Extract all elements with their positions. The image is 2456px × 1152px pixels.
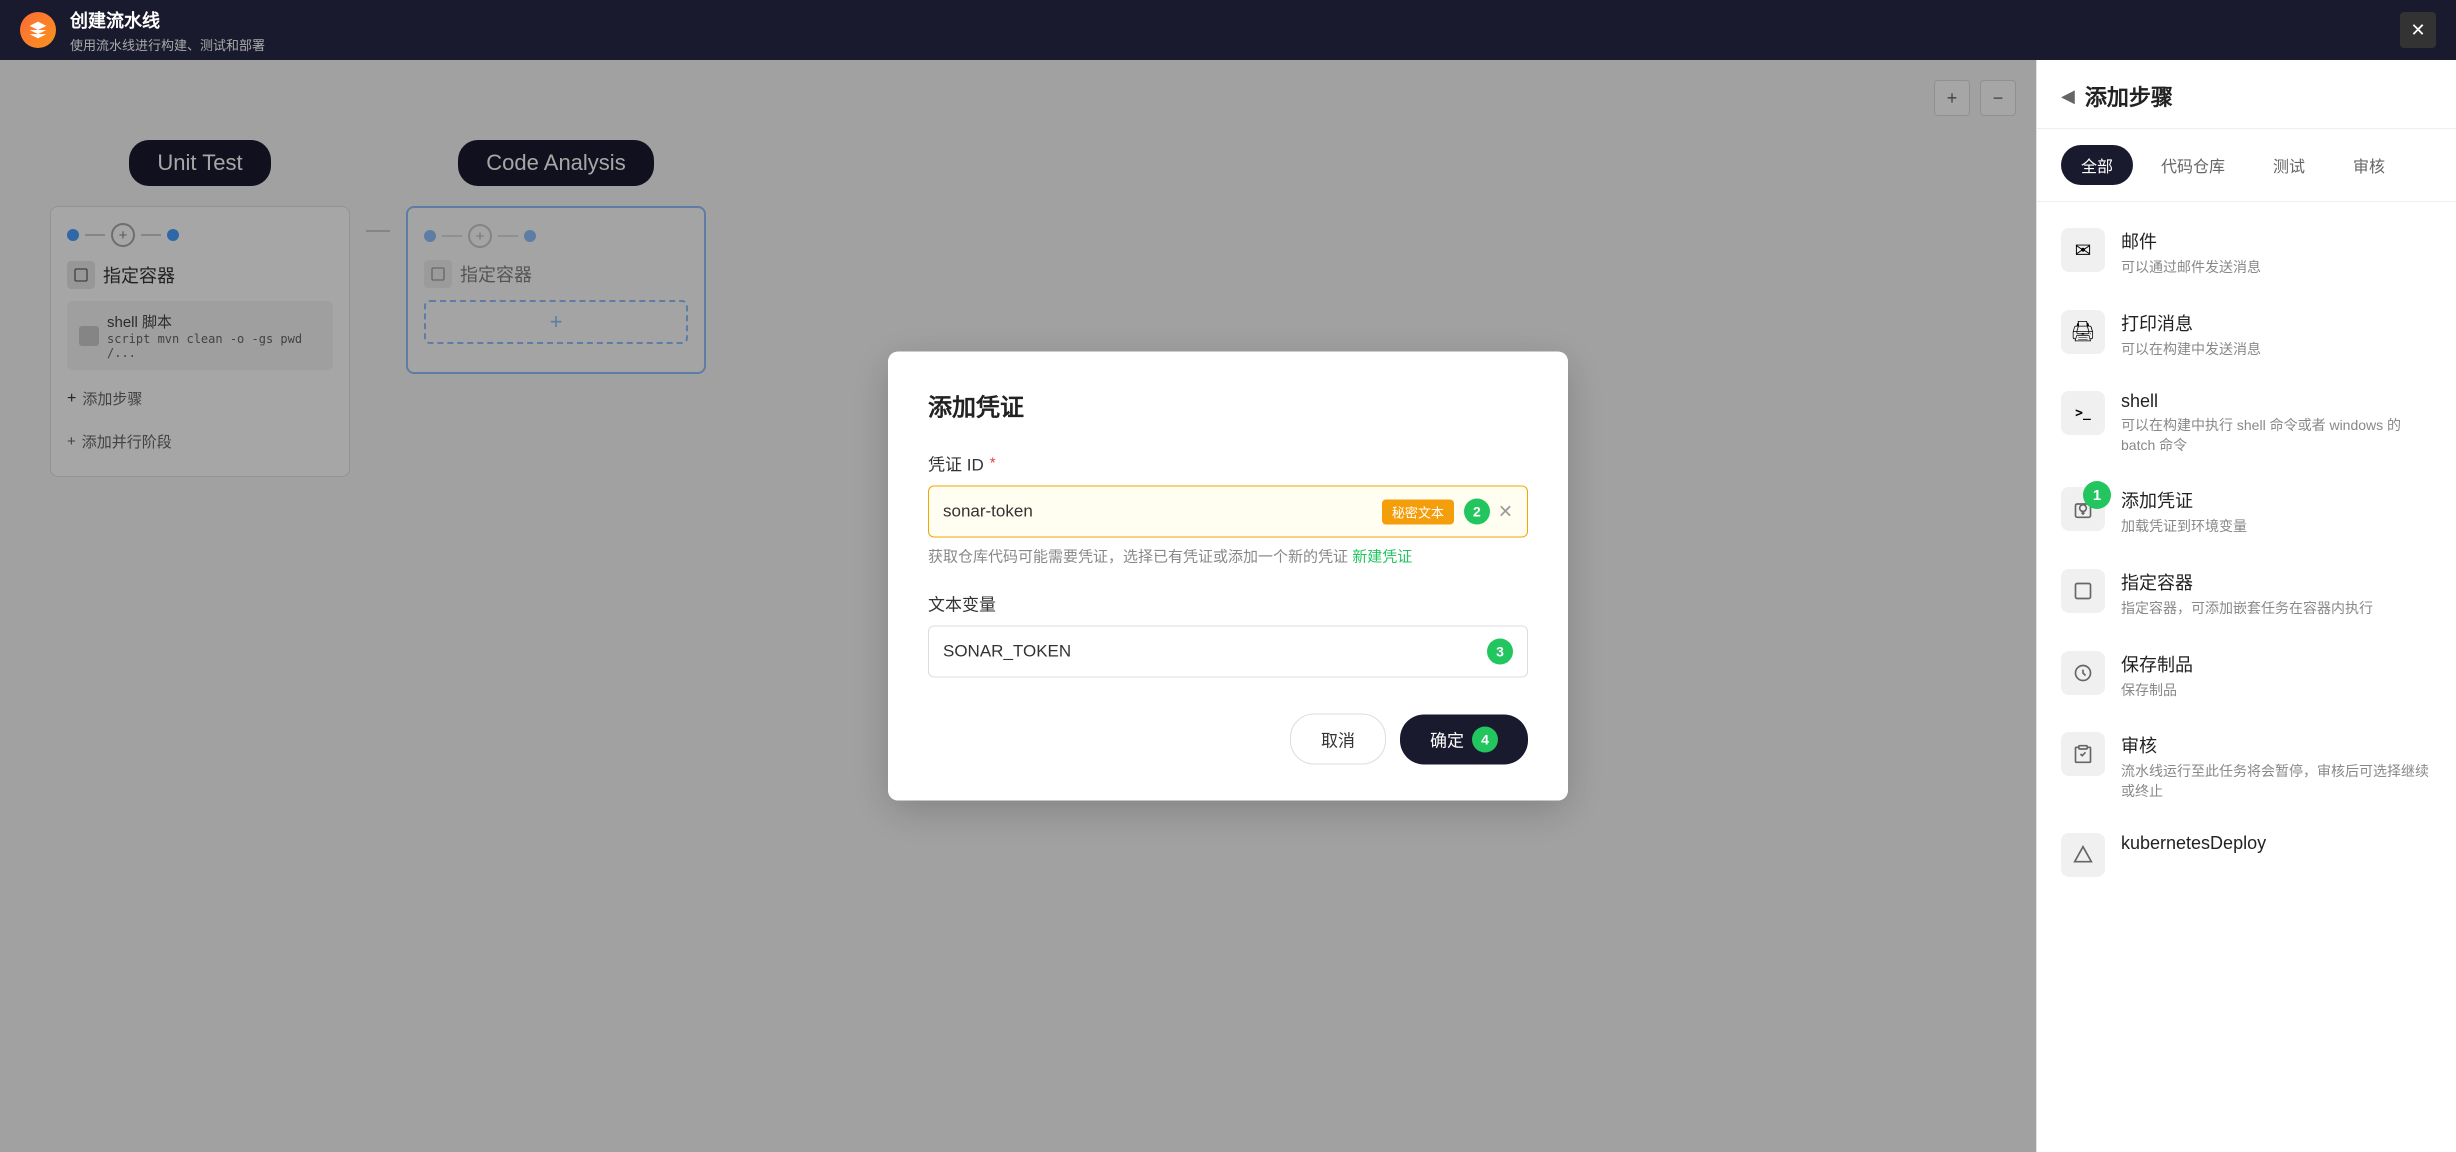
- sidebar-filter-tabs: 全部 代码仓库 测试 审核: [2037, 129, 2456, 202]
- review-item-name: 审核: [2121, 732, 2432, 758]
- credential-badge: 1: [2083, 481, 2111, 509]
- sidebar-item-k8s[interactable]: kubernetesDeploy: [2037, 817, 2456, 893]
- cancel-button[interactable]: 取消: [1290, 714, 1386, 765]
- app-subtitle: 使用流水线进行构建、测试和部署: [70, 35, 265, 54]
- sidebar-item-credential[interactable]: 1 添加凭证 加载凭证到环境变量: [2037, 471, 2456, 553]
- sidebar-item-print[interactable]: 🖨 打印消息 可以在构建中发送消息: [2037, 294, 2456, 376]
- filter-tab-test[interactable]: 测试: [2253, 145, 2325, 185]
- artifact-item-desc: 保存制品: [2121, 681, 2432, 701]
- print-icon: 🖨: [2061, 310, 2105, 354]
- sidebar-item-container[interactable]: 指定容器 指定容器，可添加嵌套任务在容器内执行: [2037, 553, 2456, 635]
- review-sidebar-icon: [2061, 732, 2105, 776]
- sidebar-item-shell[interactable]: >_ shell 可以在构建中执行 shell 命令或者 windows 的 b…: [2037, 375, 2456, 471]
- app-title: 创建流水线: [70, 7, 265, 33]
- print-item-desc: 可以在构建中发送消息: [2121, 340, 2432, 360]
- k8s-item-name: kubernetesDeploy: [2121, 833, 2432, 854]
- container-item-name: 指定容器: [2121, 569, 2432, 595]
- shell-item-desc: 可以在构建中执行 shell 命令或者 windows 的 batch 命令: [2121, 416, 2432, 455]
- filter-tab-review[interactable]: 审核: [2333, 145, 2405, 185]
- credential-item-name: 添加凭证: [2121, 487, 2432, 513]
- confirm-button[interactable]: 确定 4: [1400, 714, 1528, 764]
- container-item-desc: 指定容器，可添加嵌套任务在容器内执行: [2121, 599, 2432, 619]
- sidebar-title: 添加步骤: [2085, 80, 2173, 112]
- review-item-desc: 流水线运行至此任务将会暂停，审核后可选择继续或终止: [2121, 762, 2432, 801]
- modal-footer: 取消 确定 4: [928, 714, 1528, 765]
- text-var-label: 文本变量: [928, 591, 1528, 616]
- add-credential-modal: 添加凭证 凭证 ID * sonar-token 秘密文本 2 ✕ 获取仓库代码…: [888, 352, 1568, 801]
- required-star: *: [990, 455, 996, 472]
- credential-id-input[interactable]: sonar-token 秘密文本 2 ✕: [928, 486, 1528, 538]
- new-credential-link[interactable]: 新建凭证: [1352, 549, 1412, 566]
- sidebar-header: ◀ 添加步骤: [2037, 60, 2456, 129]
- filter-tab-repo[interactable]: 代码仓库: [2141, 145, 2245, 185]
- credential-id-value: sonar-token: [943, 502, 1372, 522]
- credential-item-desc: 加载凭证到环境变量: [2121, 517, 2432, 537]
- sidebar-item-review[interactable]: 审核 流水线运行至此任务将会暂停，审核后可选择继续或终止: [2037, 716, 2456, 817]
- mail-icon: ✉: [2061, 228, 2105, 272]
- print-item-name: 打印消息: [2121, 310, 2432, 336]
- modal-title: 添加凭证: [928, 388, 1528, 423]
- credential-type-badge: 秘密文本: [1382, 499, 1454, 524]
- artifact-sidebar-icon: [2061, 651, 2105, 695]
- shell-item-name: shell: [2121, 391, 2432, 412]
- text-var-input-wrapper[interactable]: 3: [928, 626, 1528, 678]
- text-var-input[interactable]: [943, 642, 1477, 662]
- shell-sidebar-icon: >_: [2061, 391, 2105, 435]
- app-logo: [20, 12, 56, 48]
- close-button[interactable]: ✕: [2400, 12, 2436, 48]
- sidebar-item-artifact[interactable]: 保存制品 保存制品: [2037, 635, 2456, 717]
- artifact-item-name: 保存制品: [2121, 651, 2432, 677]
- text-var-step-badge: 3: [1487, 639, 1513, 665]
- credential-clear-button[interactable]: ✕: [1498, 501, 1513, 522]
- sidebar-back-button[interactable]: ◀: [2061, 86, 2075, 107]
- k8s-sidebar-icon: [2061, 833, 2105, 877]
- filter-tab-all[interactable]: 全部: [2061, 145, 2133, 185]
- credential-hint: 获取仓库代码可能需要凭证，选择已有凭证或添加一个新的凭证 新建凭证: [928, 546, 1528, 567]
- confirm-step-badge: 4: [1472, 726, 1498, 752]
- mail-item-desc: 可以通过邮件发送消息: [2121, 258, 2432, 278]
- sidebar-items-list: ✉ 邮件 可以通过邮件发送消息 🖨 打印消息 可以在构建中发送消息: [2037, 202, 2456, 903]
- sidebar-item-mail[interactable]: ✉ 邮件 可以通过邮件发送消息: [2037, 212, 2456, 294]
- container-sidebar-icon: [2061, 569, 2105, 613]
- credential-step-badge: 2: [1464, 499, 1490, 525]
- mail-item-name: 邮件: [2121, 228, 2432, 254]
- app-header: 创建流水线 使用流水线进行构建、测试和部署 ✕: [0, 0, 2456, 60]
- credential-id-label: 凭证 ID *: [928, 451, 1528, 476]
- right-sidebar: ◀ 添加步骤 全部 代码仓库 测试 审核 ✉ 邮件 可以通过邮件发送消息: [2036, 60, 2456, 1152]
